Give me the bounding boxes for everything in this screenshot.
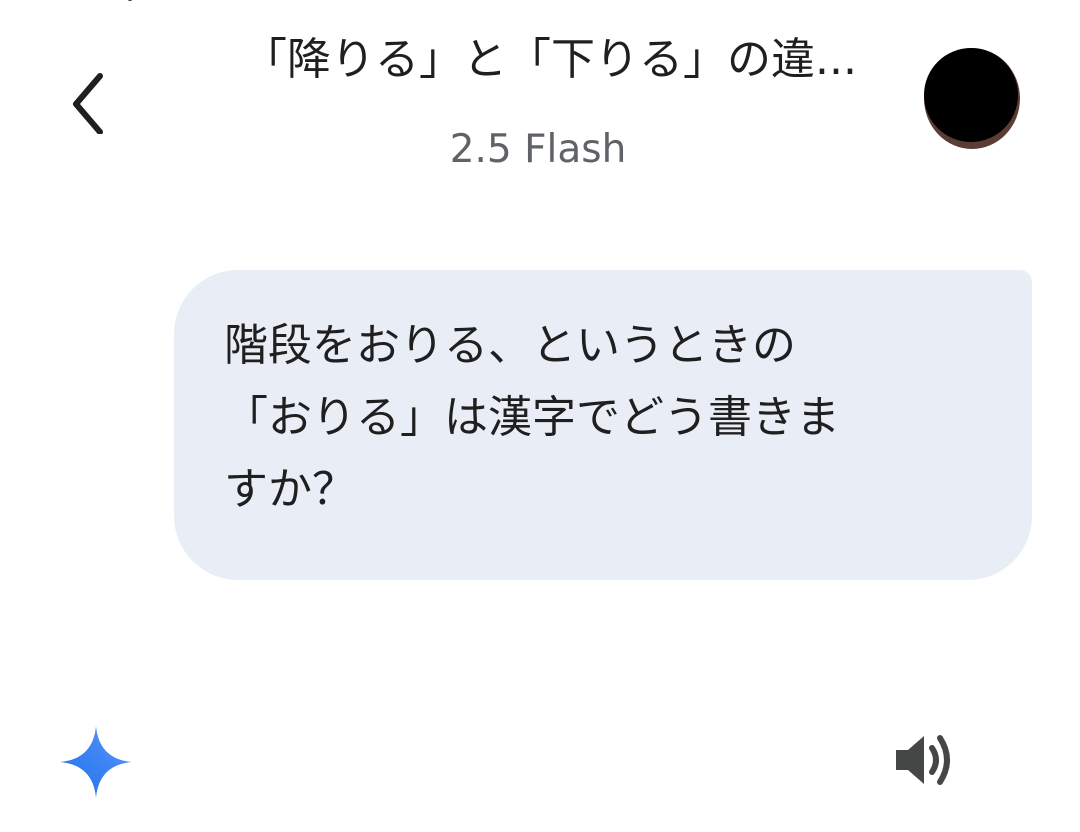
conversation-title: 「降りる」と「下りる」の違... (243, 34, 857, 85)
message-line: すか？ (224, 464, 356, 515)
model-selector[interactable]: 2.5 Flash (380, 126, 696, 174)
user-message-bubble: 階段をおりる、というときの 「おりる」は漢字でどう書きま すか？ (174, 270, 1032, 580)
chevron-left-icon (73, 73, 103, 134)
back-button[interactable] (52, 62, 124, 142)
gemini-spark-icon (60, 726, 132, 798)
message-line: 階段をおりる、というときの (224, 320, 796, 371)
speaker-icon (896, 735, 950, 785)
message-line: 「おりる」は漢字でどう書きま (224, 392, 840, 443)
avatar-image (924, 48, 1018, 142)
status-bar-remnant (127, 0, 133, 1)
read-aloud-button[interactable] (888, 728, 956, 792)
user-avatar[interactable] (924, 48, 1020, 149)
